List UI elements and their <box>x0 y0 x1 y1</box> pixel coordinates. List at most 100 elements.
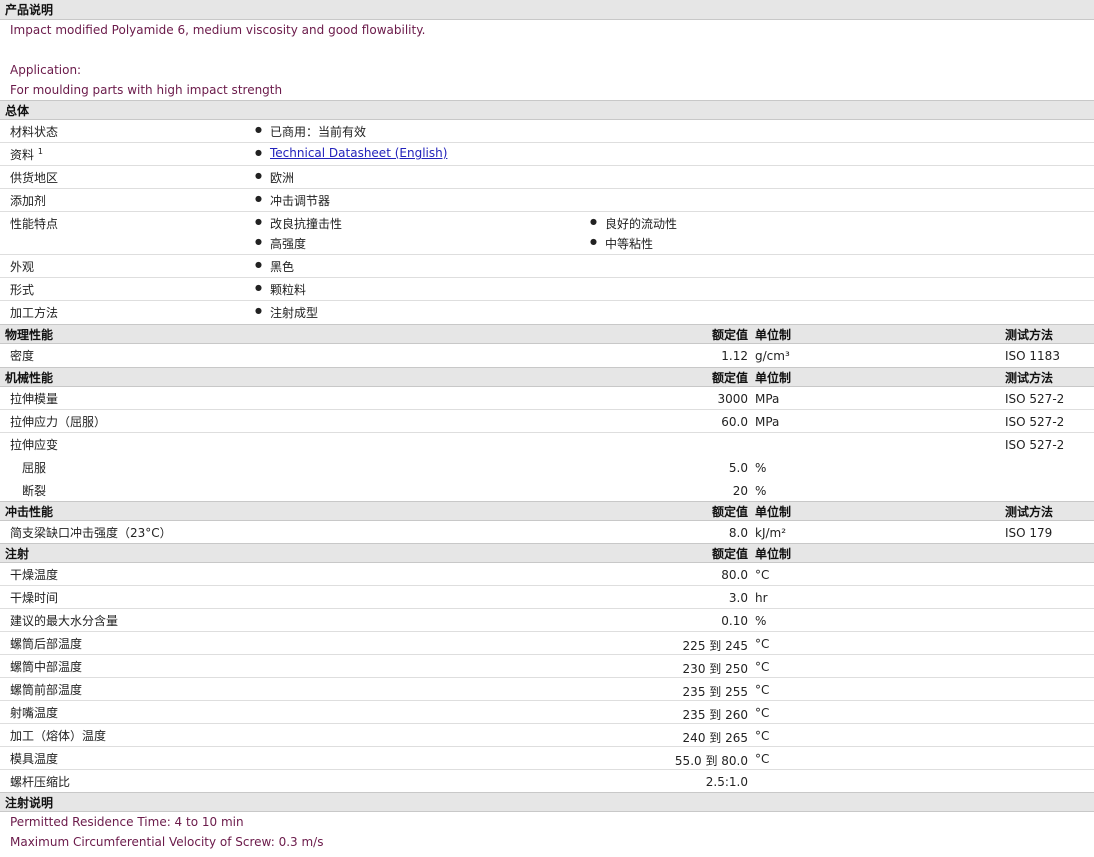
row-unit: °C <box>755 660 770 674</box>
row-value: 冲击调节器 <box>255 192 330 209</box>
row-value: 5.0 <box>728 461 748 475</box>
row-label: 干燥温度 <box>10 568 59 582</box>
row-label: 加工（熔体）温度 <box>10 729 107 743</box>
description-line: Impact modified Polyamide 6, medium visc… <box>10 23 426 37</box>
row-label: 建议的最大水分含量 <box>10 614 119 628</box>
table-row: 螺筒中部温度 230 到 250 °C <box>0 655 1094 678</box>
row-unit: % <box>755 614 767 628</box>
row-features: 性能特点 改良抗撞击性 良好的流动性 高强度 中等粘性 <box>0 212 1094 255</box>
header-test: 测试方法 <box>1005 505 1054 519</box>
row-label: 外观 <box>10 260 35 274</box>
row-label: 断裂 <box>22 484 47 498</box>
section-header-description: 产品说明 <box>0 0 1094 20</box>
table-row: 干燥时间 3.0 hr <box>0 586 1094 609</box>
section-title: 冲击性能 <box>5 505 54 519</box>
row-label: 形式 <box>10 283 35 297</box>
row-unit: °C <box>755 568 770 582</box>
row-value: 2.5:1.0 <box>705 775 748 789</box>
row-unit: kJ/m² <box>755 526 787 540</box>
row-value: 20 <box>732 484 748 498</box>
section-title: 注射说明 <box>5 796 54 810</box>
table-row: 拉伸应变 ISO 527-2 <box>0 433 1094 456</box>
row-value: 颗粒料 <box>255 281 306 298</box>
row-label: 供货地区 <box>10 171 59 185</box>
section-header-mechanical: 机械性能 额定值 单位制 测试方法 <box>0 367 1094 387</box>
row-label: 材料状态 <box>10 125 59 139</box>
table-row: 射嘴温度 235 到 260 °C <box>0 701 1094 724</box>
row-value: 240 到 265 <box>682 731 748 745</box>
table-row: 简支梁缺口冲击强度（23°C） 8.0 kJ/m² ISO 179 <box>0 521 1094 543</box>
row-unit: °C <box>755 752 770 766</box>
feature-item: 改良抗撞击性 <box>255 215 342 232</box>
row-label: 性能特点 <box>10 217 59 231</box>
row-label: 螺筒后部温度 <box>10 637 83 651</box>
description-line: Application: <box>10 63 82 77</box>
header-nominal: 额定值 <box>711 328 748 342</box>
row-status: 材料状态 已商用：当前有效 <box>0 120 1094 143</box>
row-label: 简支梁缺口冲击强度（23°C） <box>10 526 172 540</box>
row-method: ISO 1183 <box>1005 349 1060 363</box>
row-label: 资料 1 <box>10 147 43 162</box>
row-unit: °C <box>755 706 770 720</box>
row-label: 干燥时间 <box>10 591 59 605</box>
section-title: 总体 <box>5 104 30 118</box>
header-nominal: 额定值 <box>711 371 748 385</box>
row-label: 模具温度 <box>10 752 59 766</box>
row-value: 黑色 <box>255 258 294 275</box>
section-header-physical: 物理性能 额定值 单位制 测试方法 <box>0 324 1094 344</box>
table-row: 拉伸模量 3000 MPa ISO 527-2 <box>0 387 1094 410</box>
row-unit: g/cm³ <box>755 349 790 363</box>
row-value: 0.10 <box>721 614 748 628</box>
row-value: 已商用：当前有效 <box>255 123 366 140</box>
row-unit: MPa <box>755 415 780 429</box>
row-label: 密度 <box>10 349 35 363</box>
section-header-injection-notes: 注射说明 <box>0 792 1094 812</box>
row-method: ISO 527-2 <box>1005 392 1065 406</box>
section-title: 机械性能 <box>5 371 54 385</box>
row-value: 80.0 <box>721 568 748 582</box>
row-label: 添加剂 <box>10 194 47 208</box>
row-label: 加工方法 <box>10 306 59 320</box>
header-unit: 单位制 <box>755 505 792 519</box>
row-value: 230 到 250 <box>682 662 748 676</box>
row-form: 形式 颗粒料 <box>0 278 1094 301</box>
section-title: 物理性能 <box>5 328 54 342</box>
row-additive: 添加剂 冲击调节器 <box>0 189 1094 212</box>
header-nominal: 额定值 <box>711 505 748 519</box>
table-row: 螺筒后部温度 225 到 245 °C <box>0 632 1094 655</box>
row-label: 拉伸应力（屈服） <box>10 415 107 429</box>
table-row: 断裂 20 % <box>0 479 1094 501</box>
row-value: 55.0 到 80.0 <box>674 754 748 768</box>
row-method: ISO 179 <box>1005 526 1053 540</box>
row-unit: hr <box>755 591 768 605</box>
row-value: 235 到 255 <box>682 685 748 699</box>
table-row: 建议的最大水分含量 0.10 % <box>0 609 1094 632</box>
row-label: 螺筒中部温度 <box>10 660 83 674</box>
row-label: 螺杆压缩比 <box>10 775 71 789</box>
datasheet-link[interactable]: Technical Datasheet (English) <box>255 146 447 160</box>
row-unit: °C <box>755 683 770 697</box>
row-value: 235 到 260 <box>682 708 748 722</box>
header-test: 测试方法 <box>1005 371 1054 385</box>
description-line: For moulding parts with high impact stre… <box>10 83 283 97</box>
header-test: 测试方法 <box>1005 328 1054 342</box>
header-unit: 单位制 <box>755 371 792 385</box>
row-unit: % <box>755 484 767 498</box>
note-line: Maximum Circumferential Velocity of Scre… <box>10 835 324 849</box>
row-value: 欧洲 <box>255 169 294 186</box>
row-unit: MPa <box>755 392 780 406</box>
row-label: 射嘴温度 <box>10 706 59 720</box>
row-region: 供货地区 欧洲 <box>0 166 1094 189</box>
row-value: 3.0 <box>728 591 748 605</box>
row-method: ISO 527-2 <box>1005 438 1065 452</box>
section-title: 产品说明 <box>5 3 54 17</box>
table-row: 螺筒前部温度 235 到 255 °C <box>0 678 1094 701</box>
header-nominal: 额定值 <box>711 547 748 561</box>
row-unit: °C <box>755 637 770 651</box>
row-value: 225 到 245 <box>682 639 748 653</box>
table-row: 模具温度 55.0 到 80.0 °C <box>0 747 1094 770</box>
row-label: 屈服 <box>22 461 47 475</box>
row-value: 8.0 <box>728 526 748 540</box>
feature-item: 高强度 <box>255 235 306 252</box>
